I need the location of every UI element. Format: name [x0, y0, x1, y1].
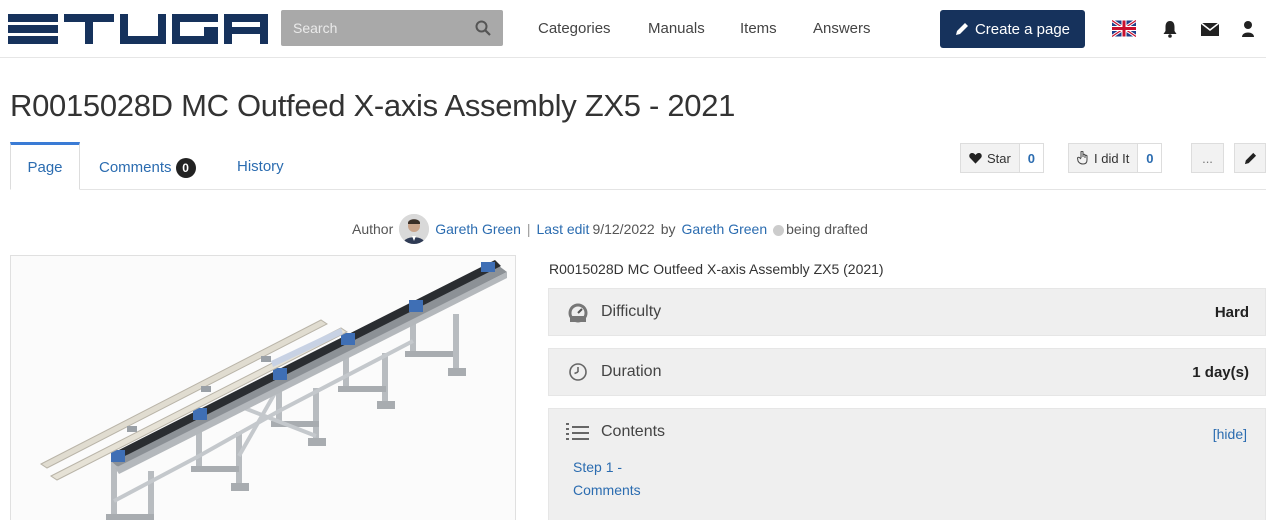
star-count: 0 [1018, 144, 1043, 172]
last-edit-link[interactable]: Last edit [537, 221, 590, 237]
difficulty-value: Hard [1214, 304, 1249, 321]
author-avatar[interactable] [399, 214, 430, 244]
i-did-it-count: 0 [1137, 144, 1162, 172]
uk-flag-icon[interactable] [1112, 20, 1136, 37]
tab-comments[interactable]: Comments 0 [99, 142, 196, 190]
edit-button[interactable] [1234, 143, 1266, 173]
speedometer-icon [568, 303, 588, 323]
status-dot-icon [773, 224, 785, 236]
toc-item-step-1[interactable]: Step 1 - [573, 459, 622, 475]
assembly-image[interactable] [10, 255, 516, 520]
nav-link-categories[interactable]: Categories [538, 20, 611, 37]
last-edit-date: 9/12/2022 [592, 221, 655, 237]
contents-box: Contents [hide] Step 1 - Comments [548, 408, 1266, 520]
contents-label: Contents [601, 423, 666, 440]
nav-link-answers[interactable]: Answers [813, 20, 871, 37]
author-name-link[interactable]: Gareth Green [435, 221, 521, 237]
star-label: Star [987, 150, 1011, 166]
editor-name-link[interactable]: Gareth Green [682, 221, 768, 237]
duration-value: 1 day(s) [1192, 364, 1249, 381]
tab-page-label: Page [27, 159, 63, 176]
numbered-list-icon [566, 423, 589, 440]
search-input[interactable] [281, 10, 471, 46]
envelope-icon[interactable] [1200, 20, 1220, 38]
nav-link-manuals[interactable]: Manuals [648, 20, 705, 37]
duration-label: Duration [601, 363, 662, 380]
i-did-it-label: I did It [1094, 150, 1130, 166]
toc-item-comments[interactable]: Comments [573, 482, 641, 498]
page-title: R0015028D MC Outfeed X-axis Assembly ZX5… [10, 88, 736, 123]
tab-comments-label: Comments [99, 158, 172, 176]
pencil-icon [955, 23, 968, 35]
star-button[interactable]: Star 0 [960, 143, 1044, 173]
search-icon[interactable] [475, 20, 491, 36]
draft-status: being drafted [773, 221, 868, 237]
comments-count-badge: 0 [175, 158, 196, 178]
clock-icon [569, 363, 587, 381]
difficulty-label: Difficulty [601, 303, 662, 320]
by-label: by [660, 221, 676, 237]
draft-status-label: being drafted [786, 221, 868, 237]
i-did-it-button[interactable]: I did It 0 [1068, 143, 1163, 173]
assembly-render [11, 256, 515, 520]
create-page-button[interactable]: Create a page [940, 10, 1085, 48]
more-options-button[interactable]: ... [1191, 143, 1224, 173]
author-label: Author [352, 221, 394, 237]
meta-separator: | [526, 221, 531, 237]
user-icon[interactable] [1240, 20, 1256, 38]
duration-box: Duration 1 day(s) [548, 348, 1266, 396]
tab-history[interactable]: History [237, 142, 284, 190]
stuga-logo[interactable] [8, 12, 268, 46]
bell-icon[interactable] [1160, 20, 1180, 38]
difficulty-box: Difficulty Hard [548, 288, 1266, 336]
more-options-label: ... [1202, 150, 1213, 166]
top-navbar: Categories Manuals Items Answers Create … [0, 0, 1266, 58]
heart-icon [969, 152, 982, 164]
tab-page[interactable]: Page [10, 142, 80, 190]
nav-link-items[interactable]: Items [740, 20, 777, 37]
tab-history-label: History [237, 158, 284, 175]
create-page-label: Create a page [974, 20, 1071, 38]
author-line: Author Gareth Green | Last edit 9/12/202… [352, 214, 868, 244]
page-subtitle: R0015028D MC Outfeed X-axis Assembly ZX5… [549, 261, 884, 277]
toc-hide-link[interactable]: [hide] [1213, 426, 1247, 442]
hand-pointer-icon [1077, 151, 1088, 165]
search-box [281, 10, 503, 46]
pencil-icon [1244, 152, 1256, 164]
